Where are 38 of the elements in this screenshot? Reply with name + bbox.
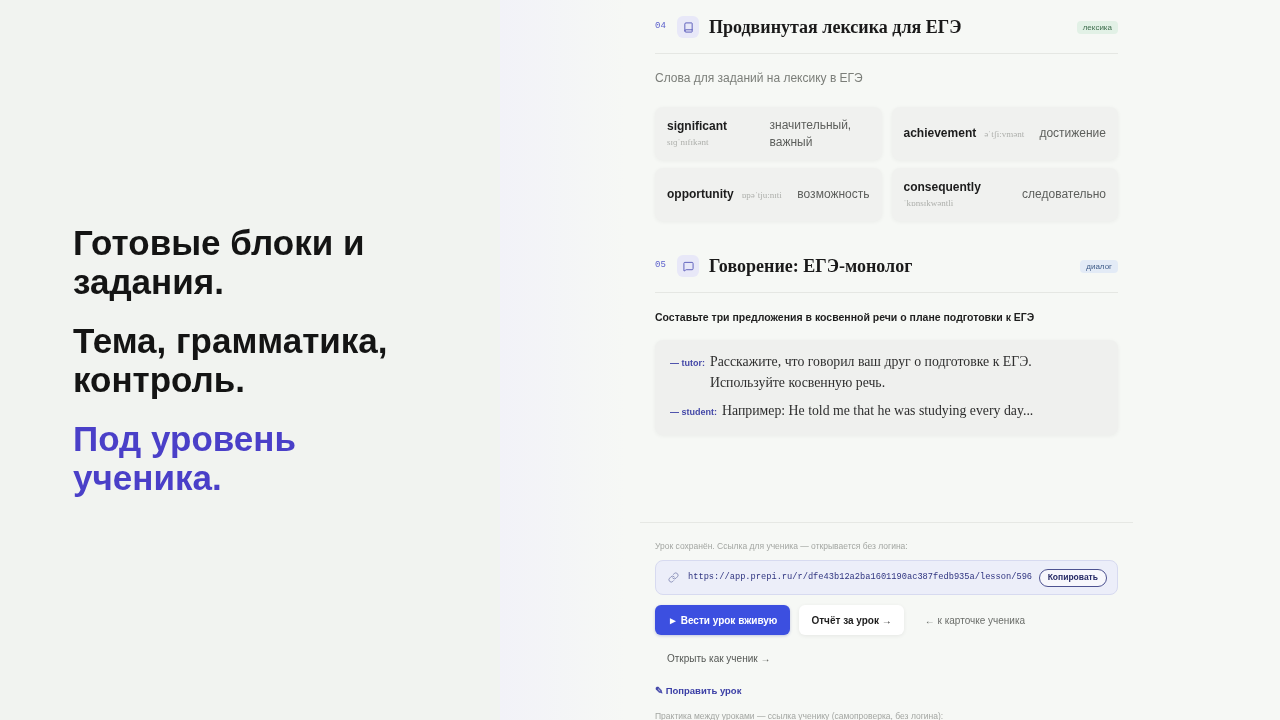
secondary-button[interactable]: Отчёт за урок → <box>799 605 904 635</box>
text-button[interactable]: Открыть как ученик → <box>655 643 783 673</box>
task-instruction: Составьте три предложения в косвенной речи о плане подготовки к ЕГЭ <box>655 310 1036 324</box>
practice-note: Практика между уроками — ссылка ученику (самопроверка, без логина): <box>655 710 945 720</box>
word-translation: возможность <box>797 186 870 203</box>
back-link[interactable]: ← к карточке ученика <box>912 605 1038 635</box>
headline: Готовые блоки и задания. <box>73 223 366 301</box>
word-translation: следовательно <box>1022 186 1106 203</box>
word-translation: значительный, важный <box>769 116 853 151</box>
word-transcription: ˈkɒnsɪkwəntli <box>903 197 954 210</box>
english-word: significant <box>667 118 727 135</box>
speaker-label: — student: <box>670 406 717 419</box>
book-icon <box>677 16 699 38</box>
category-tag: диалог <box>1080 259 1118 273</box>
block-title: Говорение: ЕГЭ-монолог <box>709 255 913 278</box>
english-word: opportunity <box>667 186 734 203</box>
dialogue-text: Расскажите, что говорил ваш друг о подготовке к ЕГЭ. Используйте косвенную речь. <box>710 353 1033 392</box>
headline: Под уровень ученика. <box>73 419 297 497</box>
category-tag: лексика <box>1076 20 1118 34</box>
speaker-label: — tutor: <box>670 357 705 370</box>
word-translation: достижение <box>1039 125 1106 142</box>
english-word: consequently <box>903 179 981 196</box>
english-word: achievement <box>903 125 977 142</box>
copy-button[interactable]: Копировать <box>1038 568 1107 587</box>
block-subtitle: Слова для заданий на лексику в ЕГЭ <box>655 70 864 86</box>
block-number: 05 <box>655 259 667 273</box>
word-transcription: əˈtʃiːvmənt <box>984 128 1025 141</box>
edit-lesson-link[interactable]: ✎ Поправить урок <box>655 684 742 697</box>
share-link-url[interactable]: https://app.prepi.ru/r/dfe43b12a2ba1601190ac387fedb935a/lesson/596 <box>688 570 1033 584</box>
dialogue-text: Например: He told me that he was studying every day... <box>722 402 1034 420</box>
primary-button[interactable]: ► Вести урок вживую <box>655 605 791 635</box>
headline: Тема, грамматика, контроль. <box>73 321 389 399</box>
chat-bubble-icon <box>677 255 699 277</box>
block-number: 04 <box>655 20 667 34</box>
block-title: Продвинутая лексика для ЕГЭ <box>709 16 962 39</box>
link-icon <box>668 572 679 583</box>
saved-note: Урок сохранён. Ссылка для ученика — открывается без логина: <box>655 540 909 552</box>
word-transcription: ɒpəˈtjuːnɪti <box>741 189 782 202</box>
